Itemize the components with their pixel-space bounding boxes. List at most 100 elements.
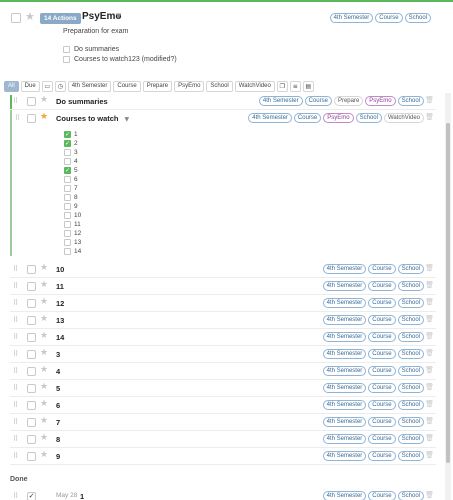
- drag-handle-icon[interactable]: ⠿: [13, 401, 18, 409]
- task-row[interactable]: ⠿ ★ 6 4th Semester Course School 🗑: [10, 397, 436, 414]
- checklist-item[interactable]: 4: [64, 157, 78, 165]
- tag[interactable]: Course: [368, 298, 396, 308]
- star-icon[interactable]: ★: [40, 280, 48, 290]
- tag[interactable]: 4th Semester: [322, 451, 367, 461]
- checklist-item[interactable]: 12: [64, 229, 81, 237]
- tag[interactable]: School: [397, 366, 424, 376]
- subtask-item[interactable]: Do summaries: [63, 46, 119, 53]
- star-icon[interactable]: ★: [40, 297, 48, 307]
- tag[interactable]: School: [397, 298, 424, 308]
- trash-icon[interactable]: 🗑: [425, 434, 434, 442]
- trash-icon[interactable]: 🗑: [425, 315, 434, 323]
- tag[interactable]: School: [397, 332, 424, 342]
- task-checkbox[interactable]: [27, 367, 36, 376]
- task-checkbox[interactable]: [27, 114, 36, 123]
- trash-icon[interactable]: 🗑: [425, 96, 434, 104]
- checklist-checkbox[interactable]: [64, 148, 71, 156]
- scrollbar-thumb[interactable]: [446, 123, 450, 463]
- task-row[interactable]: ⠿ ★ 10 4th Semester Course School 🗑: [10, 261, 436, 278]
- checklist-checkbox[interactable]: [64, 157, 71, 165]
- screen-icon[interactable]: ▭: [41, 80, 53, 92]
- checklist-item[interactable]: ✓ 1: [64, 130, 78, 138]
- filter-tag[interactable]: School: [206, 80, 233, 92]
- tag[interactable]: 4th Semester: [322, 434, 367, 444]
- checklist-item[interactable]: 14: [64, 247, 81, 255]
- trash-icon[interactable]: 🗑: [425, 451, 434, 459]
- tag[interactable]: Course: [368, 349, 396, 359]
- trash-icon[interactable]: 🗑: [425, 349, 434, 357]
- tag-4th-semester[interactable]: 4th Semester: [329, 13, 374, 23]
- task-row[interactable]: ⠿ ★ 11 4th Semester Course School 🗑: [10, 278, 436, 295]
- tag[interactable]: Course: [368, 366, 396, 376]
- checklist-checkbox[interactable]: [64, 211, 71, 219]
- task-row[interactable]: ⠿ ★ 9 4th Semester Course School 🗑: [10, 448, 436, 465]
- checklist-item[interactable]: 8: [64, 193, 78, 201]
- task-checkbox[interactable]: [27, 401, 36, 410]
- clock-icon[interactable]: ◷: [54, 80, 66, 92]
- tag[interactable]: School: [355, 113, 382, 123]
- drag-handle-icon[interactable]: ⠿: [13, 350, 18, 358]
- task-title[interactable]: 1: [80, 492, 84, 500]
- task-title[interactable]: 7: [56, 418, 60, 427]
- task-row[interactable]: ⠿ ★ 7 4th Semester Course School 🗑: [10, 414, 436, 431]
- task-checkbox[interactable]: [27, 435, 36, 444]
- tag[interactable]: Course: [304, 96, 332, 106]
- tag[interactable]: 4th Semester: [322, 366, 367, 376]
- checklist-checkbox[interactable]: [64, 202, 71, 210]
- drag-handle-icon[interactable]: ⠿: [13, 435, 18, 443]
- filter-tag[interactable]: Prepare: [142, 80, 173, 92]
- filter-tag[interactable]: WatchVideo: [234, 80, 275, 92]
- task-checkbox[interactable]: [27, 384, 36, 393]
- tag[interactable]: Course: [368, 434, 396, 444]
- done-heading[interactable]: Done: [10, 476, 28, 483]
- checklist-checkbox[interactable]: [64, 175, 71, 183]
- project-checkbox[interactable]: [11, 13, 21, 23]
- trash-icon[interactable]: 🗑: [425, 366, 434, 374]
- check-icon[interactable]: ✓: [64, 139, 71, 147]
- drag-handle-icon[interactable]: ⠿: [15, 114, 20, 122]
- task-checkbox[interactable]: [27, 452, 36, 461]
- task-title[interactable]: Courses to watch ▼: [56, 114, 129, 123]
- tag[interactable]: 4th Semester: [322, 349, 367, 359]
- checklist-item[interactable]: 3: [64, 148, 78, 156]
- tag[interactable]: Course: [368, 451, 396, 461]
- checklist-checkbox[interactable]: [64, 247, 71, 255]
- done-task-row[interactable]: ⠿ ✓ May 28 1 4th Semester Course School …: [10, 488, 436, 500]
- star-icon[interactable]: ★: [40, 450, 48, 460]
- filter-all[interactable]: All: [4, 80, 19, 92]
- task-row[interactable]: ⠿ ★ 12 4th Semester Course School 🗑: [10, 295, 436, 312]
- tag[interactable]: School: [397, 451, 424, 461]
- task-checkbox[interactable]: [27, 97, 36, 106]
- tag[interactable]: Course: [368, 281, 396, 291]
- tag[interactable]: 4th Semester: [322, 264, 367, 274]
- tag[interactable]: School: [397, 491, 424, 500]
- task-title[interactable]: 11: [56, 282, 64, 291]
- tag[interactable]: School: [397, 281, 424, 291]
- task-title[interactable]: 3: [56, 350, 60, 359]
- tag[interactable]: Course: [368, 264, 396, 274]
- tag[interactable]: 4th Semester: [322, 315, 367, 325]
- star-icon[interactable]: ★: [40, 263, 48, 273]
- tag[interactable]: Course: [293, 113, 322, 123]
- tag[interactable]: PsyEmo: [365, 96, 396, 106]
- task-checkbox[interactable]: [27, 316, 36, 325]
- checklist-checkbox[interactable]: [64, 184, 71, 192]
- task-row[interactable]: ⠿ ★ Do summaries 4th Semester Course Pre…: [10, 93, 436, 110]
- subtask-checkbox[interactable]: [63, 46, 70, 53]
- drag-handle-icon[interactable]: ⠿: [13, 282, 18, 290]
- task-title[interactable]: 4: [56, 367, 60, 376]
- checklist-item[interactable]: ✓ 2: [64, 139, 78, 147]
- task-row[interactable]: ⠿ ★ 3 4th Semester Course School 🗑: [10, 346, 436, 363]
- trash-icon[interactable]: 🗑: [425, 491, 434, 499]
- task-checkbox[interactable]: [27, 299, 36, 308]
- task-row[interactable]: ⠿ ★ 13 4th Semester Course School 🗑: [10, 312, 436, 329]
- task-checkbox[interactable]: [27, 265, 36, 274]
- tag[interactable]: School: [397, 349, 424, 359]
- tag[interactable]: School: [397, 400, 424, 410]
- tag[interactable]: 4th Semester: [322, 383, 367, 393]
- task-checkbox[interactable]: [27, 282, 36, 291]
- tag[interactable]: 4th Semester: [322, 400, 367, 410]
- tag[interactable]: 4th Semester: [322, 491, 367, 500]
- checklist-checkbox[interactable]: [64, 238, 71, 246]
- tag[interactable]: Course: [368, 491, 396, 500]
